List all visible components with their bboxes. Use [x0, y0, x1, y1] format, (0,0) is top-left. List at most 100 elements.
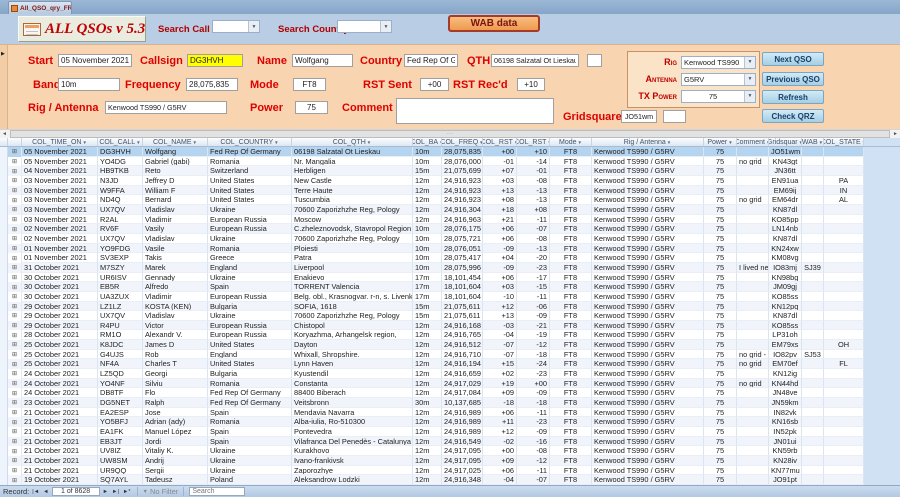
- table-cell[interactable]: 30 October 2021: [22, 291, 98, 302]
- table-cell[interactable]: Vladislav: [143, 204, 208, 215]
- tx-power-combo[interactable]: 75 ▼: [681, 89, 756, 103]
- table-cell[interactable]: R4PU: [98, 320, 143, 331]
- table-cell[interactable]: Alba-iulia, Ro-510300: [292, 417, 413, 428]
- table-cell[interactable]: Fed Rep Of Germany: [208, 398, 292, 408]
- table-cell[interactable]: 24 October 2021: [22, 388, 98, 399]
- table-cell[interactable]: 75: [704, 204, 737, 215]
- table-cell[interactable]: [802, 224, 824, 234]
- column-header-0[interactable]: COL_TIME_ON ▼: [22, 138, 98, 146]
- expand-icon[interactable]: ⊞: [8, 349, 22, 360]
- row-selector[interactable]: [0, 475, 8, 485]
- table-cell[interactable]: 10m: [413, 156, 442, 167]
- table-cell[interactable]: 21,075,611: [442, 311, 483, 321]
- table-cell[interactable]: Romania: [208, 156, 292, 167]
- table-cell[interactable]: KN77mu: [769, 465, 802, 476]
- table-cell[interactable]: +06: [483, 233, 517, 244]
- table-cell[interactable]: [802, 398, 824, 408]
- table-cell[interactable]: Greece: [208, 253, 292, 263]
- table-cell[interactable]: UR6ISV: [98, 272, 143, 283]
- expand-icon[interactable]: ⊞: [8, 282, 22, 292]
- table-cell[interactable]: -07: [483, 349, 517, 360]
- table-cell[interactable]: Tadeusz: [143, 475, 208, 485]
- table-cell[interactable]: +13: [483, 185, 517, 196]
- table-cell[interactable]: Victor: [143, 320, 208, 331]
- search-call-combo[interactable]: ▼: [212, 20, 260, 33]
- table-cell[interactable]: 75: [704, 427, 737, 437]
- table-cell[interactable]: KN12ig: [769, 369, 802, 379]
- table-cell[interactable]: 75: [704, 243, 737, 254]
- table-cell[interactable]: 03 November 2021: [22, 175, 98, 186]
- table-cell[interactable]: FT8: [550, 465, 592, 476]
- rig-antenna-input[interactable]: [105, 101, 227, 114]
- table-cell[interactable]: SV3EXP: [98, 253, 143, 263]
- table-cell[interactable]: 75: [704, 330, 737, 341]
- table-cell[interactable]: Ploiesti: [292, 243, 413, 254]
- table-cell[interactable]: [737, 147, 769, 157]
- table-cell[interactable]: 15m: [413, 311, 442, 321]
- table-cell[interactable]: SJ39: [802, 262, 824, 273]
- table-cell[interactable]: 05 November 2021: [22, 156, 98, 167]
- table-cell[interactable]: ND4Q: [98, 195, 143, 205]
- table-cell[interactable]: 10m: [413, 243, 442, 254]
- table-cell[interactable]: England: [208, 262, 292, 273]
- table-cell[interactable]: EA2ESP: [98, 407, 143, 418]
- table-cell[interactable]: +09: [483, 388, 517, 399]
- table-cell[interactable]: [802, 378, 824, 389]
- table-cell[interactable]: -17: [517, 272, 550, 283]
- table-cell[interactable]: [737, 388, 769, 399]
- column-header-10[interactable]: Rig / Antenna ▼: [592, 138, 704, 146]
- table-cell[interactable]: EB5R: [98, 282, 143, 292]
- table-cell[interactable]: 12m: [413, 378, 442, 389]
- table-cell[interactable]: 15m: [413, 301, 442, 312]
- table-cell[interactable]: [737, 398, 769, 408]
- table-cell[interactable]: [737, 185, 769, 196]
- table-cell[interactable]: -18: [483, 398, 517, 408]
- table-cell[interactable]: -04: [483, 330, 517, 341]
- table-cell[interactable]: OH: [824, 340, 864, 350]
- table-cell[interactable]: Nr. Mangalia: [292, 156, 413, 167]
- rst-sent-input[interactable]: [420, 78, 449, 91]
- table-cell[interactable]: [824, 291, 864, 302]
- table-cell[interactable]: -12: [517, 456, 550, 466]
- first-record-button[interactable]: |◄: [31, 489, 40, 495]
- table-cell[interactable]: [737, 465, 769, 476]
- table-cell[interactable]: Kenwood TS990 / G5RV: [592, 465, 704, 476]
- table-cell[interactable]: [824, 282, 864, 292]
- table-cell[interactable]: I lived near tha: [737, 262, 769, 273]
- table-cell[interactable]: -16: [517, 436, 550, 447]
- table-cell[interactable]: 70600 Zaporizhzhe Reg, Pology: [292, 204, 413, 215]
- table-cell[interactable]: 21 October 2021: [22, 427, 98, 437]
- table-cell[interactable]: Kenwood TS990 / G5RV: [592, 330, 704, 341]
- table-cell[interactable]: FT8: [550, 340, 592, 350]
- table-cell[interactable]: Moscow: [292, 214, 413, 225]
- table-cell[interactable]: Kenwood TS990 / G5RV: [592, 417, 704, 428]
- table-cell[interactable]: FT8: [550, 185, 592, 196]
- table-cell[interactable]: 21 October 2021: [22, 417, 98, 428]
- table-cell[interactable]: FT8: [550, 272, 592, 283]
- scroll-left-icon[interactable]: ◄: [0, 130, 9, 138]
- table-cell[interactable]: -09: [483, 262, 517, 273]
- table-cell[interactable]: KN16sb: [769, 417, 802, 428]
- table-cell[interactable]: SJ53: [802, 349, 824, 360]
- row-selector[interactable]: [0, 465, 8, 476]
- table-cell[interactable]: Kenwood TS990 / G5RV: [592, 398, 704, 408]
- table-cell[interactable]: FT8: [550, 436, 592, 447]
- table-cell[interactable]: 28,075,996: [442, 262, 483, 273]
- table-cell[interactable]: 12m: [413, 369, 442, 379]
- table-cell[interactable]: 24,916,304: [442, 204, 483, 215]
- table-cell[interactable]: KN87dl: [769, 311, 802, 321]
- new-record-button[interactable]: ►*: [122, 489, 132, 495]
- table-cell[interactable]: 70600 Zaporizhzhe Reg, Pology: [292, 233, 413, 244]
- table-cell[interactable]: 75: [704, 224, 737, 234]
- table-cell[interactable]: 75: [704, 417, 737, 428]
- table-cell[interactable]: 29 October 2021: [22, 301, 98, 312]
- table-cell[interactable]: 12m: [413, 456, 442, 466]
- table-cell[interactable]: +00: [483, 147, 517, 157]
- table-cell[interactable]: [824, 233, 864, 244]
- table-cell[interactable]: Kenwood TS990 / G5RV: [592, 388, 704, 399]
- table-cell[interactable]: [824, 349, 864, 360]
- table-cell[interactable]: SQ7AYL: [98, 475, 143, 485]
- row-selector[interactable]: [0, 378, 8, 389]
- select-all-corner[interactable]: [0, 138, 8, 146]
- table-cell[interactable]: FT8: [550, 291, 592, 302]
